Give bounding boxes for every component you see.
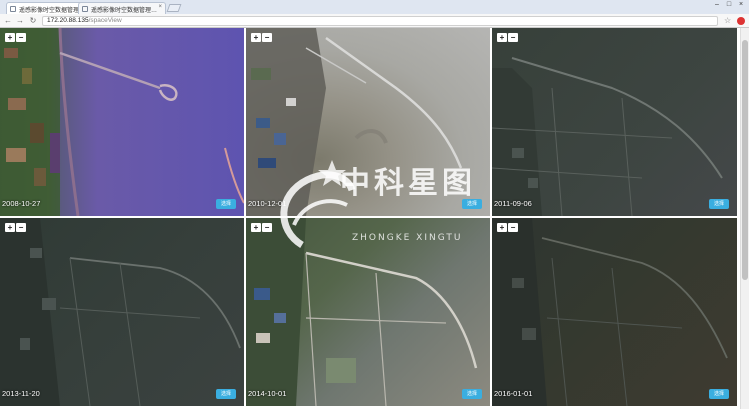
page-icon <box>10 6 16 12</box>
select-button[interactable]: 选择 <box>216 199 236 209</box>
satellite-image <box>246 218 478 406</box>
zoom-controls: + − <box>5 33 26 42</box>
map-panel-3[interactable]: + − 2011-09-06 选择 <box>492 28 737 216</box>
image-date: 2010-12-01 <box>248 199 287 208</box>
select-button[interactable]: 选择 <box>216 389 236 399</box>
zoom-out-button[interactable]: − <box>508 223 518 232</box>
image-date: 2014-10-01 <box>248 389 287 398</box>
zoom-controls: + − <box>497 223 518 232</box>
zoom-out-button[interactable]: − <box>16 33 26 42</box>
maximize-icon[interactable]: □ <box>724 1 734 8</box>
satellite-image <box>492 57 723 216</box>
url-input[interactable]: 172.20.88.135/spaceView <box>42 16 718 26</box>
zoom-in-button[interactable]: + <box>497 33 507 42</box>
bookmark-star-icon[interactable]: ☆ <box>724 16 731 25</box>
tab-bar: 遥感影像时空数据管理… × 遥感影像时空数据管理… × – □ × <box>0 0 749 14</box>
zoom-in-button[interactable]: + <box>251 223 261 232</box>
close-tab-icon[interactable]: × <box>158 4 162 10</box>
zoom-out-button[interactable]: − <box>262 33 272 42</box>
zoom-controls: + − <box>251 223 272 232</box>
map-panel-1[interactable]: + − 2008-10-27 选择 <box>0 28 244 216</box>
url-path: /spaceView <box>88 17 122 24</box>
scrollbar-thumb[interactable] <box>742 40 748 280</box>
map-panel-6[interactable]: + − 2016-01-01 选择 <box>492 218 737 406</box>
image-date: 2008-10-27 <box>2 199 41 208</box>
back-arrow-icon[interactable]: ← <box>3 16 13 25</box>
zoom-controls: + − <box>497 33 518 42</box>
zoom-out-button[interactable]: − <box>16 223 26 232</box>
zoom-controls: + − <box>5 223 26 232</box>
map-grid: + − 2008-10-27 选择 + − 2010-12-01 选择 + − … <box>0 28 745 409</box>
map-panel-5[interactable]: + − 2014-10-01 选择 <box>246 218 490 406</box>
minimize-icon[interactable]: – <box>712 1 722 8</box>
page-icon <box>82 6 88 12</box>
zoom-in-button[interactable]: + <box>497 223 507 232</box>
extension-icon[interactable] <box>737 17 745 25</box>
window-close-icon[interactable]: × <box>736 1 746 8</box>
zoom-in-button[interactable]: + <box>251 33 261 42</box>
watermark-text: 中科星图 <box>340 166 476 201</box>
satellite-image <box>0 218 241 406</box>
address-bar-row: ← → ↻ 172.20.88.135/spaceView ☆ <box>0 14 749 28</box>
select-button[interactable]: 选择 <box>709 199 729 209</box>
new-tab-button[interactable] <box>166 4 182 12</box>
reload-icon[interactable]: ↻ <box>28 16 38 25</box>
zoom-in-button[interactable]: + <box>5 223 15 232</box>
zoom-controls: + − <box>251 33 272 42</box>
zoom-in-button[interactable]: + <box>5 33 15 42</box>
zoom-out-button[interactable]: − <box>508 33 518 42</box>
forward-arrow-icon[interactable]: → <box>15 16 25 25</box>
image-date: 2013-11-20 <box>2 389 40 398</box>
satellite-image <box>492 218 728 406</box>
satellite-image <box>0 28 244 216</box>
image-date: 2016-01-01 <box>494 389 533 398</box>
image-date: 2011-09-06 <box>494 199 532 208</box>
browser-tab-2[interactable]: 遥感影像时空数据管理… × <box>78 2 166 14</box>
url-host: 172.20.88.135 <box>47 17 89 24</box>
page-scrollbar[interactable] <box>740 28 749 409</box>
map-panel-4[interactable]: + − 2013-11-20 选择 <box>0 218 244 406</box>
zoom-out-button[interactable]: − <box>262 223 272 232</box>
select-button[interactable]: 选择 <box>709 389 729 399</box>
select-button[interactable]: 选择 <box>462 389 482 399</box>
